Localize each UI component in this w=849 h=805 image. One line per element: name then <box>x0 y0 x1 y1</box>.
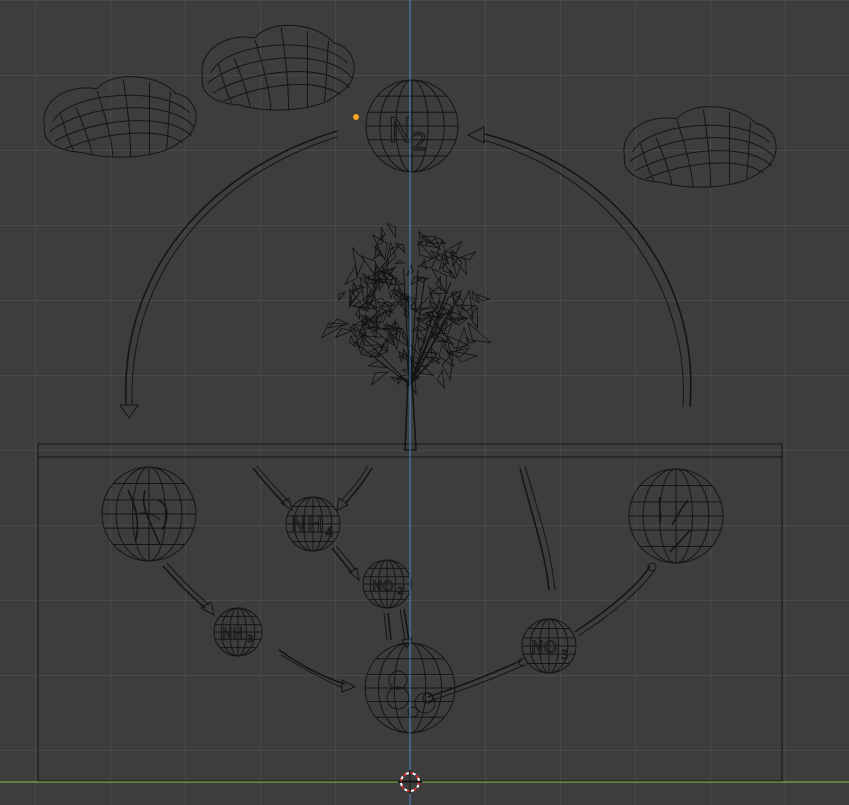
arrow-nh4-to-no2[interactable] <box>331 545 360 582</box>
arrow-right-arc[interactable] <box>466 126 692 408</box>
no2-subscript: 2 <box>397 586 403 597</box>
no3-label: NO <box>531 638 557 658</box>
rod-no3-to-root[interactable] <box>422 657 528 704</box>
nh4-sphere[interactable]: NH 4 <box>286 497 340 551</box>
object-origin-dot[interactable] <box>353 114 359 120</box>
no2-label: NO <box>372 579 394 595</box>
scene-wireframe[interactable]: N 2 NH 4 NO 2 NH 3 NO 3 <box>0 0 849 805</box>
3d-cursor-icon[interactable] <box>398 770 422 794</box>
bacteria-sphere-left[interactable] <box>102 467 196 561</box>
arrow-left-sphere-to-nh3[interactable] <box>162 562 215 616</box>
no3-subscript: 3 <box>561 648 569 662</box>
nh3-sphere[interactable]: NH 3 <box>214 608 262 656</box>
nh4-subscript: 4 <box>325 526 333 541</box>
bacteria-sphere-right[interactable] <box>629 469 723 563</box>
rod-right-sphere-to-no3[interactable] <box>574 562 657 637</box>
cloud-left[interactable] <box>43 76 197 158</box>
arrow-left-to-nh4[interactable] <box>252 465 293 512</box>
n2-sphere[interactable]: N 2 <box>366 80 458 172</box>
arrow-root-to-no2[interactable] <box>383 612 392 641</box>
cloud-right[interactable] <box>623 106 777 188</box>
nh3-subscript: 3 <box>247 634 253 645</box>
arrow-right-to-nh4[interactable] <box>336 465 373 511</box>
no2-sphere[interactable]: NO 2 <box>363 560 411 608</box>
n2-subscript: 2 <box>412 128 427 156</box>
cloud-center[interactable] <box>201 24 355 111</box>
nh3-label: NH <box>222 626 243 642</box>
arrow-curve-to-no3[interactable] <box>519 465 556 591</box>
arrow-nh3-to-root[interactable] <box>278 649 357 693</box>
arrow-left-arc[interactable] <box>119 130 338 419</box>
3d-viewport[interactable]: N 2 NH 4 NO 2 NH 3 NO 3 <box>0 0 849 805</box>
tree-canopy <box>320 222 492 395</box>
tree[interactable] <box>320 222 492 451</box>
nh4-label: NH <box>291 513 323 537</box>
no3-sphere[interactable]: NO 3 <box>522 619 576 673</box>
